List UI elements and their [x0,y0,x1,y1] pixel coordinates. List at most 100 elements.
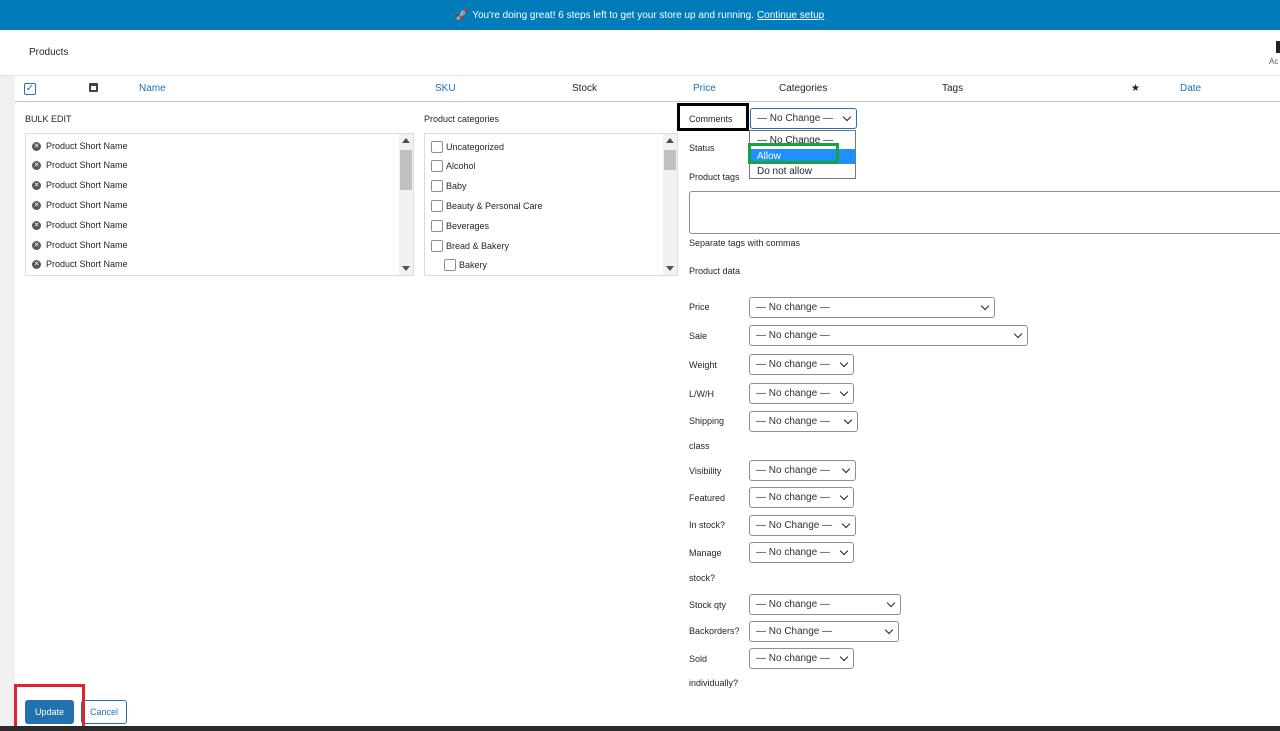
backorders-select[interactable]: — No Change — [749,621,899,642]
category-checkbox[interactable] [431,141,443,153]
rocket-icon: 🚀 [455,9,469,21]
sold-individually-label-cont: individually? [689,678,739,688]
activity-label[interactable]: Ac [1269,57,1278,66]
chevron-down-icon [841,464,851,474]
chevron-down-icon [839,652,849,662]
list-item: ✕ Product Short Name [32,220,128,230]
shipping-class-select[interactable]: — No change — [749,411,858,432]
category-item[interactable]: Alcohol [431,160,476,172]
product-tags-label: Product tags [689,172,740,182]
chevron-down-icon [839,387,849,397]
manage-stock-label-cont: stock? [689,573,716,583]
chevron-down-icon [1013,329,1023,339]
chevron-down-icon [839,546,849,556]
update-highlight-box [14,684,85,730]
categories-checklist[interactable]: Uncategorized Alcohol Baby Beauty & Pers… [424,133,678,276]
chevron-down-icon [843,415,853,425]
column-tags: Tags [942,83,964,94]
featured-star-icon[interactable]: ★ [1131,83,1140,94]
page-header: Products Ac [0,30,1280,76]
sale-label: Sale [689,331,708,341]
sale-select[interactable]: — No change — [749,325,1028,346]
chevron-down-icon [886,598,896,608]
weight-select[interactable]: — No change — [749,354,854,375]
category-checkbox[interactable] [431,160,443,172]
select-all-checkbox[interactable]: ✓ [24,83,36,95]
chevron-down-icon [839,358,849,368]
list-item: ✕ Product Short Name [32,141,128,151]
manage-stock-label: Manage [689,548,722,558]
table-column-headers: ✓ Name SKU Stock Price Categories Tags ★… [15,76,1280,102]
backorders-label: Backorders? [689,626,740,636]
category-item[interactable]: Bread & Bakery [431,240,509,252]
column-date[interactable]: Date [1180,83,1201,94]
category-item[interactable]: Beverages [431,220,489,232]
stock-qty-select[interactable]: — No change — [749,594,901,615]
category-checkbox[interactable] [431,200,443,212]
comments-select[interactable]: — No Change — [750,108,857,129]
stock-qty-label: Stock qty [689,600,727,610]
category-checkbox[interactable] [431,180,443,192]
chevron-down-icon [841,519,851,529]
categories-title: Product categories [424,114,500,124]
remove-icon[interactable]: ✕ [32,180,41,190]
scrollbar[interactable] [399,134,413,275]
column-sku[interactable]: SKU [435,83,456,94]
status-label: Status [689,143,715,153]
visibility-select[interactable]: — No change — [749,460,856,481]
scrollbar[interactable] [663,134,677,275]
continue-setup-link[interactable]: Continue setup [757,10,824,21]
tags-hint: Separate tags with commas [689,238,801,248]
image-column-icon [89,83,98,92]
in-stock-select[interactable]: — No Change — [749,515,856,536]
cancel-button[interactable]: Cancel [81,700,127,724]
sold-individually-select[interactable]: — No change — [749,648,854,669]
product-data-title: Product data [689,266,741,276]
bulk-edit-product-list[interactable]: ✕ Product Short Name ✕ Product Short Name … [25,133,414,276]
list-item: ✕ Product Short Name [32,200,128,210]
option-do-not-allow[interactable]: Do not allow [750,164,855,179]
remove-icon[interactable]: ✕ [32,141,41,151]
bulk-edit-title: BULK EDIT [25,114,72,124]
manage-stock-select[interactable]: — No change — [749,542,854,563]
activity-icon[interactable] [1276,41,1280,53]
featured-select[interactable]: — No change — [749,487,854,508]
lwh-label: L/W/H [689,389,715,399]
price-label: Price [689,302,710,312]
remove-icon[interactable]: ✕ [32,259,41,269]
setup-banner: 🚀 You're doing great! 6 steps left to ge… [0,0,1280,30]
list-item: ✕ Product Short Name [32,259,128,269]
category-checkbox[interactable] [444,259,456,271]
visibility-label: Visibility [689,466,722,476]
comments-highlight-box [677,103,749,131]
category-item[interactable]: Bakery [444,259,487,271]
allow-highlight-box [748,143,839,164]
weight-label: Weight [689,360,717,370]
column-price[interactable]: Price [693,83,716,94]
column-stock: Stock [572,83,598,94]
product-tags-textarea[interactable] [689,191,1280,234]
list-item: ✕ Product Short Name [32,240,128,250]
chevron-down-icon [884,625,894,635]
shipping-label-cont: class [689,441,710,451]
remove-icon[interactable]: ✕ [32,160,41,170]
category-item[interactable]: Beauty & Personal Care [431,200,543,212]
remove-icon[interactable]: ✕ [32,240,41,250]
category-item[interactable]: Uncategorized [431,141,504,153]
featured-label: Featured [689,493,726,503]
category-checkbox[interactable] [431,240,443,252]
price-select[interactable]: — No change — [749,297,995,318]
remove-icon[interactable]: ✕ [32,220,41,230]
chevron-down-icon [839,491,849,501]
in-stock-label: In stock? [689,520,726,530]
category-item[interactable]: Baby [431,180,467,192]
lwh-select[interactable]: — No change — [749,383,854,404]
chevron-down-icon [842,112,852,122]
list-item: ✕ Product Short Name [32,180,128,190]
column-categories: Categories [779,83,828,94]
sold-individually-label: Sold [689,654,708,664]
category-checkbox[interactable] [431,220,443,232]
column-name[interactable]: Name [139,83,166,94]
admin-sidebar-edge [0,76,15,731]
remove-icon[interactable]: ✕ [32,200,41,210]
